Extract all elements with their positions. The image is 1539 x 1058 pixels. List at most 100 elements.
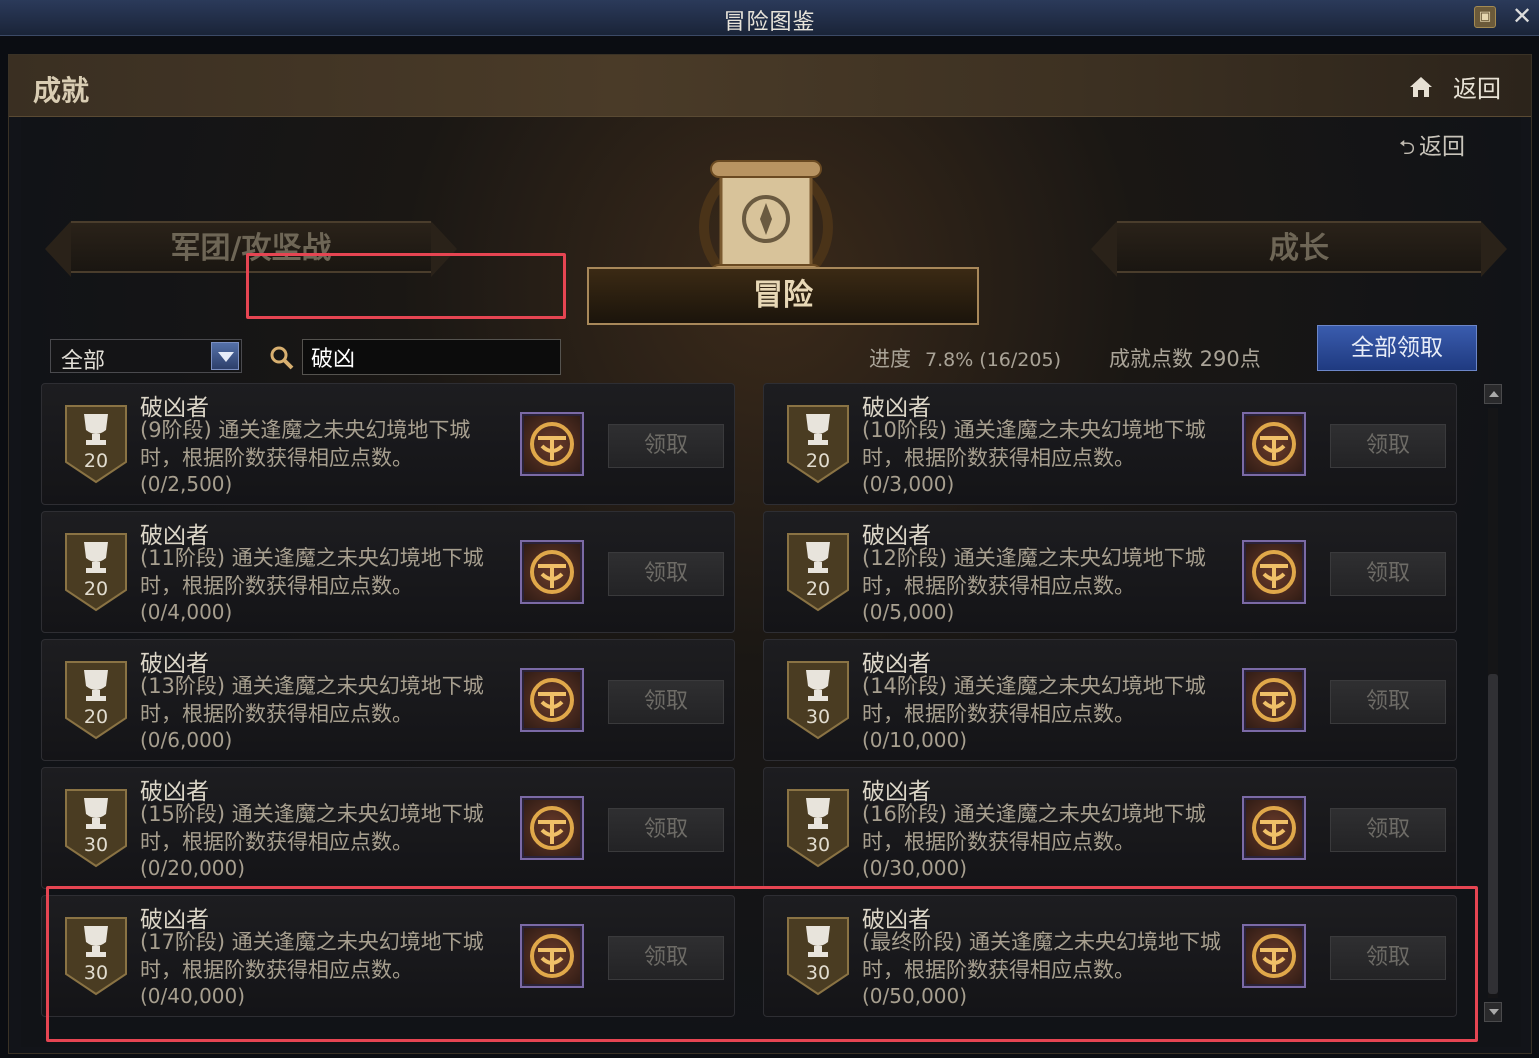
claim-button[interactable]: 领取 xyxy=(1330,424,1446,468)
achievement-progress: (0/10,000) xyxy=(862,728,968,752)
search-input[interactable] xyxy=(302,339,561,375)
reward-item[interactable] xyxy=(1242,796,1306,860)
trophy-icon xyxy=(787,405,849,484)
claim-button[interactable]: 领取 xyxy=(1330,552,1446,596)
dropdown-value: 全部 xyxy=(61,349,106,374)
trophy-icon xyxy=(787,661,849,740)
claim-all-button[interactable]: 全部领取 xyxy=(1317,325,1477,371)
window-title: 冒险图鉴 xyxy=(723,10,816,35)
achievement-desc: (13阶段) 通关逢魔之未央幻境地下城时，根据阶数获得相应点数。 xyxy=(140,674,484,726)
title-bar: 冒险图鉴 ▣ ✕ xyxy=(0,0,1539,36)
trophy-badge: 30 xyxy=(786,660,850,740)
achievement-progress: (0/6,000) xyxy=(140,728,233,752)
achievement-desc: (12阶段) 通关逢魔之未央幻境地下城时，根据阶数获得相应点数。 xyxy=(862,546,1206,598)
header-bar: 成就 返回 xyxy=(9,55,1531,117)
achievement-card: 30 破凶者 (15阶段) 通关逢魔之未央幻境地下城时，根据阶数获得相应点数。 (0/… xyxy=(41,767,735,889)
points-value: 20 xyxy=(83,706,109,728)
emblem-icon xyxy=(1252,550,1296,594)
achievement-desc: (14阶段) 通关逢魔之未央幻境地下城时，根据阶数获得相应点数。 xyxy=(862,674,1206,726)
reward-item[interactable] xyxy=(520,540,584,604)
trophy-badge: 20 xyxy=(786,532,850,612)
points-value: 30 xyxy=(805,834,831,856)
claim-button[interactable]: 领取 xyxy=(608,680,724,724)
emblem-icon xyxy=(1252,806,1296,850)
emblem-icon xyxy=(530,550,574,594)
return-arrow-icon: ⮌ xyxy=(1399,135,1416,159)
points-value: 30 xyxy=(805,706,831,728)
achievement-desc: (11阶段) 通关逢魔之未央幻境地下城时，根据阶数获得相应点数。 xyxy=(140,546,484,598)
achievement-progress: (0/5,000) xyxy=(862,600,955,624)
claim-button[interactable]: 领取 xyxy=(608,424,724,468)
trophy-badge: 30 xyxy=(64,788,128,868)
reward-item[interactable] xyxy=(1242,412,1306,476)
trophy-badge: 20 xyxy=(64,532,128,612)
back-link[interactable]: ⮌ 返回 xyxy=(1399,127,1465,167)
emblem-icon xyxy=(530,422,574,466)
achievement-card: 20 破凶者 (10阶段) 通关逢魔之未央幻境地下城时，根据阶数获得相应点数。 (0/… xyxy=(763,383,1457,505)
tab-growth[interactable]: 成长 xyxy=(1091,221,1507,277)
claim-button[interactable]: 领取 xyxy=(1330,808,1446,852)
trophy-badge: 30 xyxy=(786,788,850,868)
scroll-emblem-icon xyxy=(699,160,833,287)
back-link-label: 返回 xyxy=(1419,134,1466,160)
achievement-progress: (0/20,000) xyxy=(140,856,246,880)
achievement-progress: (0/3,000) xyxy=(862,472,955,496)
achievement-card: 20 破凶者 (9阶段) 通关逢魔之未央幻境地下城时，根据阶数获得相应点数。 (0/2… xyxy=(41,383,735,505)
header-back-button[interactable]: 返回 xyxy=(1453,69,1501,104)
achievement-card: 30 破凶者 (14阶段) 通关逢魔之未央幻境地下城时，根据阶数获得相应点数。 (0/… xyxy=(763,639,1457,761)
achievement-card: 20 破凶者 (12阶段) 通关逢魔之未央幻境地下城时，根据阶数获得相应点数。 (0/… xyxy=(763,511,1457,633)
progress-label: 进度 xyxy=(869,347,911,371)
list-scrollbar[interactable] xyxy=(1484,384,1502,1024)
category-dropdown[interactable]: 全部 xyxy=(50,339,242,374)
progress-value: 7.8% (16/205) xyxy=(925,349,1061,371)
emblem-icon xyxy=(1252,678,1296,722)
achievement-card: 30 破凶者 (16阶段) 通关逢魔之未央幻境地下城时，根据阶数获得相应点数。 (0/… xyxy=(763,767,1457,889)
claim-button[interactable]: 领取 xyxy=(608,552,724,596)
page-title: 成就 xyxy=(33,74,90,107)
trophy-icon xyxy=(65,533,127,612)
achievement-points: 成就点数 290点 xyxy=(1109,347,1261,371)
lock-icon[interactable]: ▣ xyxy=(1474,6,1496,28)
emblem-icon xyxy=(530,806,574,850)
trophy-badge: 20 xyxy=(64,404,128,484)
scroll-down-button[interactable] xyxy=(1484,1002,1502,1022)
achievement-card: 20 破凶者 (13阶段) 通关逢魔之未央幻境地下城时，根据阶数获得相应点数。 (0/… xyxy=(41,639,735,761)
trophy-badge: 20 xyxy=(786,404,850,484)
achievement-card: 20 破凶者 (11阶段) 通关逢魔之未央幻境地下城时，根据阶数获得相应点数。 (0/… xyxy=(41,511,735,633)
achievement-progress: (0/30,000) xyxy=(862,856,968,880)
points-value: 20 xyxy=(83,578,109,600)
claim-button[interactable]: 领取 xyxy=(1330,680,1446,724)
home-icon[interactable] xyxy=(1407,73,1435,101)
points-value: 30 xyxy=(83,834,109,856)
row-highlight-box xyxy=(46,886,1478,1042)
reward-item[interactable] xyxy=(520,668,584,732)
reward-item[interactable] xyxy=(520,796,584,860)
claim-button[interactable]: 领取 xyxy=(608,808,724,852)
search-icon xyxy=(270,346,294,370)
points-value: 20 xyxy=(805,578,831,600)
achievement-progress: (0/4,000) xyxy=(140,600,233,624)
reward-item[interactable] xyxy=(1242,540,1306,604)
emblem-icon xyxy=(530,678,574,722)
trophy-icon xyxy=(65,789,127,868)
points-value: 20 xyxy=(805,450,831,472)
reward-item[interactable] xyxy=(520,412,584,476)
trophy-icon xyxy=(787,789,849,868)
achievement-desc: (15阶段) 通关逢魔之未央幻境地下城时，根据阶数获得相应点数。 xyxy=(140,802,484,854)
trophy-badge: 20 xyxy=(64,660,128,740)
emblem-icon xyxy=(1252,422,1296,466)
close-icon[interactable]: ✕ xyxy=(1508,2,1536,30)
tab-adventure[interactable]: 冒险 xyxy=(587,267,979,325)
progress-text: 进度 7.8% (16/205) xyxy=(869,343,1061,373)
points-value: 20 xyxy=(83,450,109,472)
trophy-icon xyxy=(65,405,127,484)
trophy-icon xyxy=(787,533,849,612)
achievement-progress: (0/2,500) xyxy=(140,472,233,496)
scroll-up-button[interactable] xyxy=(1484,384,1502,404)
scroll-thumb[interactable] xyxy=(1488,674,1498,994)
achievement-desc: (16阶段) 通关逢魔之未央幻境地下城时，根据阶数获得相应点数。 xyxy=(862,802,1206,854)
chevron-down-icon[interactable] xyxy=(211,342,239,370)
search-highlight-box xyxy=(246,253,566,319)
trophy-icon xyxy=(65,661,127,740)
reward-item[interactable] xyxy=(1242,668,1306,732)
